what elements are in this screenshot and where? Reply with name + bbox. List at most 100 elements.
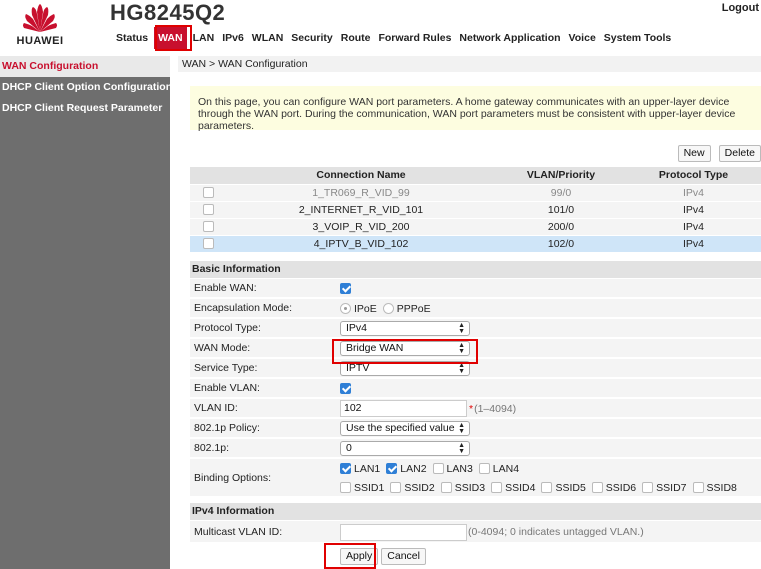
row-checkbox[interactable]: [202, 238, 214, 250]
protocol-type-value: IPv4: [346, 322, 368, 334]
cancel-button[interactable]: Cancel: [381, 548, 426, 565]
ssid4-checkbox[interactable]: [491, 482, 503, 493]
lan4-label: LAN4: [492, 462, 520, 475]
nav-route[interactable]: Route: [337, 27, 375, 49]
connection-name-cell: 2_INTERNET_R_VID_101: [226, 200, 496, 218]
ssid5-label: SSID5: [555, 481, 586, 494]
enable-wan-label: Enable WAN:: [194, 282, 257, 294]
nav-voice[interactable]: Voice: [565, 27, 600, 49]
nav-forward-rules[interactable]: Forward Rules: [374, 27, 455, 49]
breadcrumb: WAN > WAN Configuration: [178, 56, 761, 72]
table-row[interactable]: 3_VOIP_R_VID_200 200/0 IPv4: [190, 217, 761, 235]
lan1-label: LAN1: [354, 462, 381, 475]
row-checkbox[interactable]: [202, 187, 214, 199]
form-actions: Apply Cancel: [190, 545, 761, 569]
enable-vlan-row: Enable VLAN:: [190, 378, 761, 397]
nav-network-application[interactable]: Network Application: [455, 27, 564, 49]
table-actions: New Delete: [673, 145, 761, 162]
priority-row: 802.1p: 0 ▲ ▼: [190, 438, 761, 457]
nav-status[interactable]: Status: [112, 27, 152, 49]
delete-button[interactable]: Delete: [718, 145, 761, 162]
vlan-priority-cell: 101/0: [496, 200, 626, 218]
encapsulation-label: Encapsulation Mode:: [194, 302, 293, 314]
ssid8-label: SSID8: [706, 481, 737, 494]
row-select-cell: [190, 217, 226, 235]
nav-security[interactable]: Security: [287, 27, 336, 49]
binding-options-row: Binding Options: LAN1 LAN2 LAN3 LAN4 SSI…: [190, 458, 761, 496]
encap-pppoe-radio[interactable]: [382, 303, 394, 314]
ssid3-label: SSID3: [454, 481, 486, 494]
row-checkbox[interactable]: [202, 204, 214, 216]
table-row[interactable]: 2_INTERNET_R_VID_101 101/0 IPv4: [190, 200, 761, 218]
protocol-type-label: Protocol Type:: [194, 322, 261, 334]
policy-row: 802.1p Policy: Use the specified value ▲ ▼: [190, 418, 761, 437]
policy-label: 802.1p Policy:: [194, 422, 260, 434]
row-checkbox[interactable]: [202, 221, 214, 233]
lan2-label: LAN2: [400, 462, 427, 475]
ssid5-checkbox[interactable]: [541, 482, 553, 493]
multicast-vlan-input[interactable]: [340, 523, 467, 541]
ssid8-checkbox[interactable]: [692, 482, 704, 493]
wan-mode-highlight: [332, 339, 478, 364]
ssid7-checkbox[interactable]: [642, 482, 654, 493]
connection-name-cell: 4_IPTV_B_VID_102: [226, 234, 496, 252]
ssid1-checkbox[interactable]: [340, 482, 351, 493]
sidebar-item-dhcp-client-request[interactable]: DHCP Client Request Parameter: [0, 98, 170, 119]
select-arrows-icon: ▲ ▼: [458, 322, 465, 335]
encap-pppoe-label: PPPoE: [396, 302, 431, 315]
select-arrows-icon: ▲ ▼: [458, 362, 465, 375]
lan2-checkbox[interactable]: [386, 463, 398, 474]
table-header-row: Connection Name VLAN/Priority Protocol T…: [190, 167, 761, 184]
connection-name-cell: 3_VOIP_R_VID_200: [226, 217, 496, 235]
priority-label: 802.1p:: [194, 442, 230, 454]
ssid7-label: SSID7: [656, 481, 687, 494]
priority-select[interactable]: 0 ▲ ▼: [340, 441, 470, 456]
protocol-type-row: Protocol Type: IPv4 ▲ ▼: [190, 318, 761, 337]
ssid4-label: SSID4: [505, 481, 536, 494]
logout-link[interactable]: Logout: [722, 2, 759, 14]
lan3-checkbox[interactable]: [432, 463, 444, 474]
nav-wlan[interactable]: WLAN: [248, 27, 288, 49]
enable-wan-checkbox[interactable]: [340, 283, 351, 294]
table-row-selected[interactable]: 4_IPTV_B_VID_102 102/0 IPv4: [190, 234, 761, 252]
wan-connection-table: Connection Name VLAN/Priority Protocol T…: [190, 167, 761, 252]
sidebar-item-wan-configuration[interactable]: WAN Configuration: [0, 56, 170, 77]
multicast-vlan-row: Multicast VLAN ID: (0-4094; 0 indicates …: [190, 520, 761, 542]
sidebar: WAN Configuration DHCP Client Option Con…: [0, 56, 172, 569]
encap-ipoe-radio[interactable]: [340, 303, 351, 314]
huawei-logo: HUAWEI: [0, 0, 80, 50]
vlan-priority-cell: 102/0: [496, 234, 626, 252]
protocol-type-cell: IPv4: [626, 183, 761, 201]
nav-system-tools[interactable]: System Tools: [600, 27, 676, 49]
ssid2-label: SSID2: [404, 481, 435, 494]
basic-information-title: Basic Information: [190, 261, 761, 278]
enable-vlan-checkbox[interactable]: [340, 383, 351, 394]
lan1-checkbox[interactable]: [340, 463, 351, 474]
ssid6-checkbox[interactable]: [591, 482, 603, 493]
multicast-vlan-hint: (0-4094; 0 indicates untagged VLAN.): [468, 526, 644, 538]
nav-ipv6[interactable]: IPv6: [218, 27, 248, 49]
row-select-cell: [190, 234, 226, 252]
vlan-priority-cell: 200/0: [496, 217, 626, 235]
protocol-type-select[interactable]: IPv4 ▲ ▼: [340, 321, 470, 336]
sidebar-item-dhcp-client-option[interactable]: DHCP Client Option Configuration: [0, 77, 172, 98]
column-header-vlan-priority: VLAN/Priority: [496, 167, 626, 184]
main-nav: Status WAN LAN IPv6 WLAN Security Route …: [112, 27, 675, 49]
vlan-id-input[interactable]: 102: [340, 400, 467, 417]
encapsulation-row: Encapsulation Mode: IPoE PPPoE: [190, 298, 761, 317]
policy-select[interactable]: Use the specified value ▲ ▼: [340, 421, 470, 436]
vlan-id-label: VLAN ID:: [194, 402, 238, 414]
row-select-cell: [190, 200, 226, 218]
table-row[interactable]: 1_TR069_R_VID_99 99/0 IPv4: [190, 183, 761, 201]
nav-lan[interactable]: LAN: [189, 27, 219, 49]
lan4-checkbox[interactable]: [478, 463, 490, 474]
ssid2-checkbox[interactable]: [390, 482, 402, 493]
new-button[interactable]: New: [677, 145, 711, 162]
select-arrows-icon: ▲ ▼: [458, 422, 465, 435]
select-arrows-icon: ▲ ▼: [458, 442, 465, 455]
connection-name-cell: 1_TR069_R_VID_99: [226, 183, 496, 201]
select-column-header: [190, 167, 226, 184]
row-select-cell: [190, 183, 226, 201]
ssid3-checkbox[interactable]: [440, 482, 452, 493]
wan-mode-label: WAN Mode:: [194, 342, 251, 354]
